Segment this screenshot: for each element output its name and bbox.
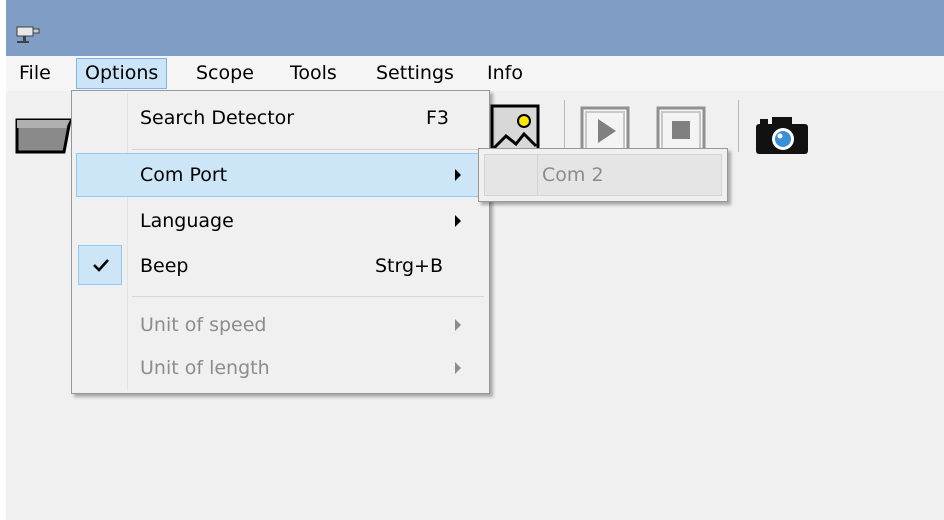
menu-item-label: Search Detector	[140, 107, 295, 129]
menu-item-label: Unit of length	[140, 357, 270, 379]
submenu-item-com-2[interactable]: Com 2	[484, 154, 722, 196]
menu-separator	[132, 296, 484, 297]
options-menu: Search Detector F3 Com Port Language Bee…	[71, 90, 490, 394]
main-window: File Options Scope Tools Settings Info S…	[0, 0, 944, 520]
menu-check-column	[537, 155, 538, 195]
camera-icon[interactable]	[754, 114, 812, 156]
menu-item-label: Unit of speed	[140, 314, 267, 336]
menu-item-language[interactable]: Language	[76, 199, 485, 243]
title-bar[interactable]	[6, 0, 944, 56]
menu-item-unit-of-speed[interactable]: Unit of speed	[76, 303, 485, 347]
menu-item-shortcut: Strg+B	[375, 255, 444, 277]
menu-item-search-detector[interactable]: Search Detector F3	[76, 96, 485, 140]
menu-item-shortcut: F3	[426, 107, 450, 129]
image-icon[interactable]	[490, 104, 542, 154]
com-port-submenu: Com 2	[478, 148, 728, 202]
menu-item-label: Language	[140, 210, 234, 232]
menu-options[interactable]: Options	[76, 58, 168, 89]
menu-item-label: Beep	[140, 255, 189, 277]
menu-info[interactable]: Info	[479, 58, 531, 89]
submenu-arrow-icon	[455, 319, 461, 331]
menu-tools[interactable]: Tools	[282, 58, 345, 89]
submenu-arrow-icon	[455, 215, 461, 227]
folder-open-icon[interactable]	[14, 114, 74, 156]
toolbar-separator	[738, 100, 739, 152]
submenu-item-label: Com 2	[542, 164, 604, 186]
app-icon[interactable]	[16, 24, 42, 44]
menu-item-com-port[interactable]: Com Port	[76, 153, 485, 197]
toolbar-separator	[564, 100, 565, 152]
submenu-arrow-icon	[455, 362, 461, 374]
menu-scope[interactable]: Scope	[188, 58, 262, 89]
checkmark-icon	[93, 259, 109, 272]
menu-item-label: Com Port	[140, 164, 228, 186]
menu-file[interactable]: File	[11, 58, 59, 89]
menu-item-beep[interactable]: Beep Strg+B	[76, 244, 485, 288]
menu-item-unit-of-length[interactable]: Unit of length	[76, 346, 485, 390]
menu-separator	[132, 149, 484, 150]
menu-settings[interactable]: Settings	[368, 58, 462, 89]
check-indicator	[78, 245, 122, 285]
submenu-arrow-icon	[455, 169, 461, 181]
